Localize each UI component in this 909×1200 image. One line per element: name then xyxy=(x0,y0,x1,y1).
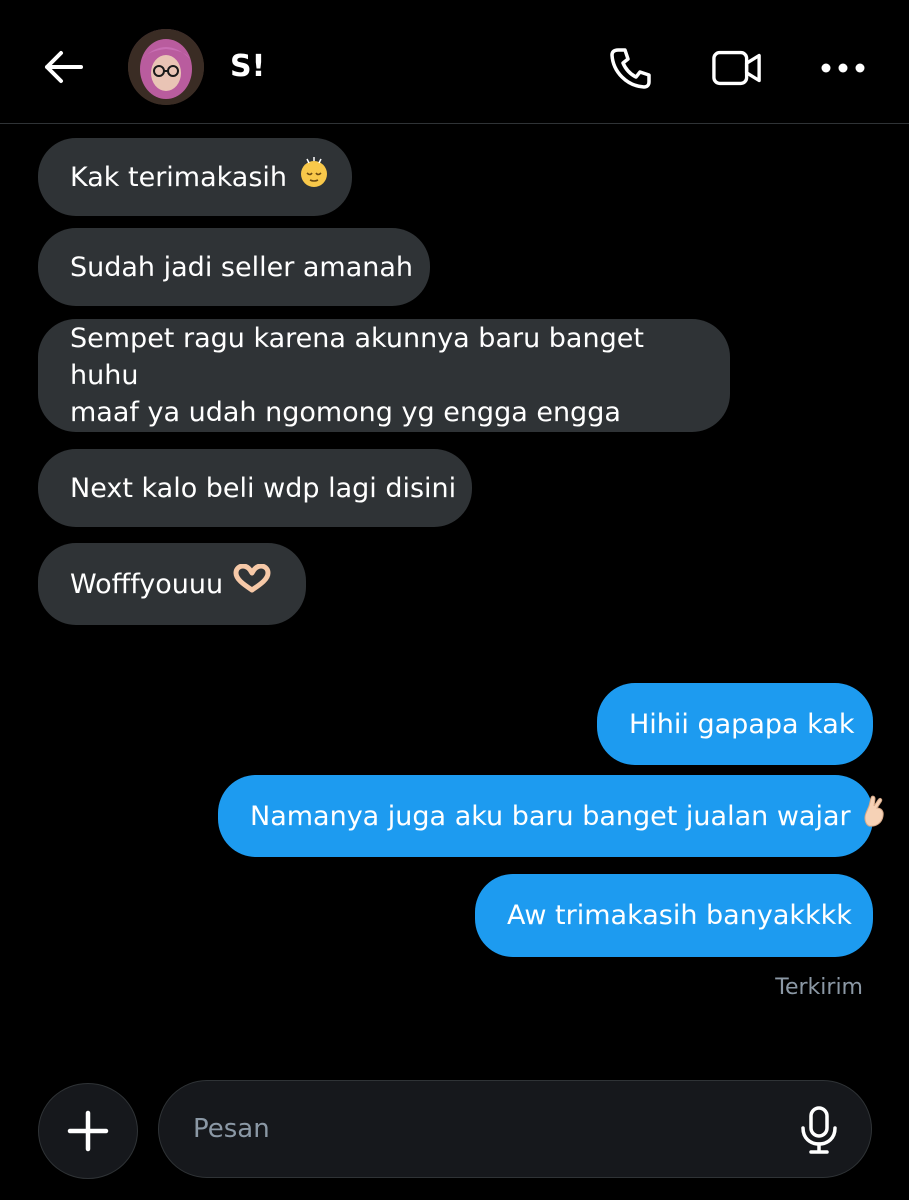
contact-name[interactable]: S! xyxy=(230,48,265,86)
heart-hands-icon xyxy=(233,563,271,604)
message-bubble-outgoing[interactable]: Namanya juga aku baru banget jualan waja… xyxy=(218,775,884,857)
dm-conversation-screen: S! Kak terimakasih Sudah jadi seller ama… xyxy=(0,0,909,1200)
message-status: Terkirim xyxy=(775,975,863,1000)
message-input[interactable] xyxy=(193,1109,753,1149)
message-bubble-incoming[interactable]: Kak terimakasih xyxy=(38,138,352,216)
relieved-face-icon xyxy=(297,155,331,199)
video-camera-icon xyxy=(712,50,761,86)
message-bubble-incoming[interactable]: Wofffyouuu xyxy=(38,543,306,625)
more-options-button[interactable] xyxy=(818,44,868,92)
conversation-header: S! xyxy=(0,0,909,124)
message-bubble-incoming[interactable]: Sudah jadi seller amanah xyxy=(38,228,430,306)
add-attachment-button[interactable] xyxy=(38,1083,138,1179)
message-text: Hihii gapapa kak xyxy=(629,708,855,740)
message-line: Sempet ragu karena akunnya baru banget h… xyxy=(70,323,644,391)
message-line: maaf ya udah ngomong yg engga engga xyxy=(70,397,621,428)
back-button[interactable] xyxy=(40,46,86,88)
message-bubble-outgoing[interactable]: Hihii gapapa kak xyxy=(597,683,873,765)
phone-icon xyxy=(610,48,651,89)
voice-message-button[interactable] xyxy=(797,1105,841,1155)
more-horizontal-icon xyxy=(821,63,865,73)
avatar-face-icon xyxy=(128,29,204,105)
message-composer xyxy=(158,1080,872,1178)
message-text: Wofffyouuu xyxy=(70,568,224,600)
avatar[interactable] xyxy=(128,29,204,105)
hand-with-index-finger-and-thumb-crossed-icon xyxy=(861,794,889,838)
message-bubble-outgoing[interactable]: Aw trimakasih banyakkkk xyxy=(475,874,873,957)
message-text: Sudah jadi seller amanah xyxy=(70,251,414,283)
message-text: Next kalo beli wdp lagi disini xyxy=(70,472,457,504)
message-bubble-incoming[interactable]: Sempet ragu karena akunnya baru banget h… xyxy=(38,319,730,432)
call-button[interactable] xyxy=(606,44,656,92)
message-bubble-incoming[interactable]: Next kalo beli wdp lagi disini xyxy=(38,449,472,527)
message-text: Sempet ragu karena akunnya baru banget h… xyxy=(70,320,698,431)
arrow-left-icon xyxy=(45,51,83,83)
message-text: Namanya juga aku baru banget jualan waja… xyxy=(250,800,851,832)
message-text: Aw trimakasih banyakkkk xyxy=(507,900,852,931)
video-call-button[interactable] xyxy=(712,44,762,92)
plus-icon xyxy=(67,1110,109,1152)
microphone-icon xyxy=(801,1106,837,1154)
message-text: Kak terimakasih xyxy=(70,161,288,193)
